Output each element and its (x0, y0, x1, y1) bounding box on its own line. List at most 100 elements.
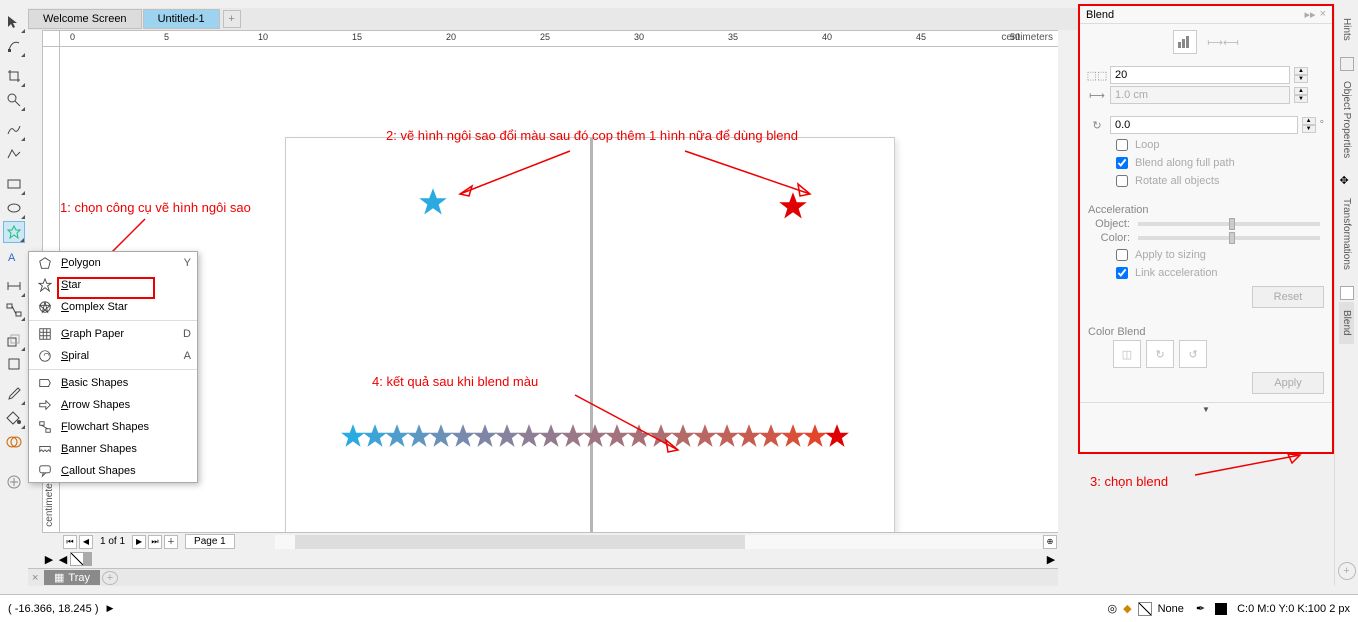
status-fill-none: None (1158, 603, 1184, 615)
callout-shapes-icon (35, 463, 55, 479)
freehand-tool[interactable] (3, 119, 25, 141)
complex-star-icon (35, 299, 55, 315)
connector-tool[interactable] (3, 299, 25, 321)
dimension-tool[interactable] (3, 275, 25, 297)
blend-spacing-input[interactable] (1110, 86, 1290, 104)
status-color-info: C:0 M:0 Y:0 K:100 2 px (1237, 603, 1350, 615)
spacing-icon: ⟼ (1088, 86, 1106, 104)
rotate-all-checkbox[interactable]: Rotate all objects (1112, 172, 1324, 190)
zoom-fit[interactable]: ⊕ (1043, 535, 1057, 549)
menu-polygon[interactable]: PolygonY (29, 252, 197, 274)
crop-tool[interactable] (3, 65, 25, 87)
docker-tab-blend[interactable]: Blend (1339, 302, 1354, 344)
menu-flowchart-shapes[interactable]: Flowchart Shapes (29, 416, 197, 438)
blend-spacing-mode-icon[interactable]: ⟼⟻ (1207, 36, 1239, 49)
docker-tab-transformations[interactable]: Transformations (1339, 190, 1354, 278)
ellipse-tool[interactable] (3, 197, 25, 219)
color-blend-cw[interactable]: ↻ (1146, 340, 1174, 368)
docker-close-icon[interactable]: × (1320, 8, 1326, 21)
docker-expand-icon[interactable]: ▸▸ (1305, 8, 1316, 21)
tab-add-button[interactable]: + (223, 10, 241, 28)
status-color-proof-icon[interactable]: ◆ (1123, 602, 1131, 615)
horizontal-scrollbar[interactable] (275, 535, 1042, 549)
eyedropper-tool[interactable] (3, 383, 25, 405)
apply-sizing-checkbox[interactable]: Apply to sizing (1112, 246, 1324, 264)
blend-rotation-input[interactable] (1110, 116, 1298, 134)
reset-button[interactable]: Reset (1252, 286, 1324, 308)
tab-document[interactable]: Untitled-1 (143, 9, 220, 29)
menu-spiral[interactable]: SpiralA (29, 345, 197, 367)
document-tabs: Welcome Screen Untitled-1 + (28, 8, 1078, 30)
palette-scroll-right[interactable]: ▶ (1044, 553, 1058, 566)
menu-basic-shapes[interactable]: Basic Shapes (29, 372, 197, 394)
blend-preset-icon[interactable] (1173, 30, 1197, 54)
zoom-tool[interactable] (3, 89, 25, 111)
menu-arrow-shapes[interactable]: Arrow Shapes (29, 394, 197, 416)
ruler-origin[interactable] (42, 30, 60, 47)
polygon-tool[interactable] (3, 221, 25, 243)
page-next[interactable]: ▶ (132, 535, 146, 549)
tray-bar: × ▦Tray + (28, 568, 1058, 586)
fill-tool[interactable] (3, 407, 25, 429)
color-blend-direct[interactable]: ◫ (1113, 340, 1141, 368)
quick-customize[interactable] (3, 471, 25, 493)
transparency-tool[interactable] (3, 353, 25, 375)
color-blend-ccw[interactable]: ↺ (1179, 340, 1207, 368)
blend-result[interactable] (340, 423, 846, 452)
loop-checkbox[interactable]: Loop (1112, 136, 1324, 154)
status-play-icon[interactable]: ▶ (107, 603, 114, 614)
menu-callout-shapes[interactable]: Callout Shapes (29, 460, 197, 482)
palette-swatch[interactable] (90, 552, 92, 566)
star-cyan[interactable] (418, 187, 448, 220)
ruler-tick: 10 (258, 32, 268, 42)
add-docker-button[interactable]: + (1338, 562, 1356, 580)
page-first[interactable]: ⏮ (63, 535, 77, 549)
smart-drawing-tool[interactable] (3, 143, 25, 165)
docker-tab-object-properties[interactable]: Object Properties (1339, 73, 1354, 166)
horizontal-ruler[interactable]: centimeters 05101520253035404550 (60, 30, 1058, 47)
docker-tab-hints[interactable]: Hints (1339, 10, 1354, 49)
arrow-shapes-icon (35, 397, 55, 413)
docker-icon-blend[interactable] (1340, 286, 1354, 300)
apply-button[interactable]: Apply (1252, 372, 1324, 394)
page-add[interactable]: ＋ (164, 535, 178, 549)
palette-no-color[interactable] (70, 552, 84, 566)
tray-close-icon[interactable]: × (32, 572, 42, 584)
pick-tool[interactable] (3, 11, 25, 33)
rectangle-tool[interactable] (3, 173, 25, 195)
status-bar: ( -16.366, 18.245 ) ▶ ◎ ◆ None ✒ C:0 M:0… (0, 594, 1358, 622)
docker-more-chevron[interactable]: ▼ (1080, 402, 1332, 416)
docker-icon-obj-props[interactable] (1340, 57, 1354, 71)
link-accel-checkbox[interactable]: Link acceleration (1112, 264, 1324, 282)
text-tool[interactable]: A (3, 245, 25, 267)
blend-along-path-checkbox[interactable]: Blend along full path (1112, 154, 1324, 172)
palette-prev[interactable]: ▶ (42, 553, 56, 566)
page-last[interactable]: ⏭ (148, 535, 162, 549)
tray-add-button[interactable]: + (102, 571, 118, 585)
canvas[interactable] (60, 47, 1058, 532)
docker-title: Blend (1086, 9, 1114, 21)
status-snapping-icon[interactable]: ◎ (1107, 602, 1117, 615)
shape-tool[interactable] (3, 35, 25, 57)
blend-steps-input[interactable] (1110, 66, 1290, 84)
page-tab[interactable]: Page 1 (185, 534, 235, 549)
page-prev[interactable]: ◀ (79, 535, 93, 549)
palette-scroll-left[interactable]: ◀ (56, 553, 70, 566)
status-fill-none-icon (1138, 602, 1152, 616)
blend-docker: Blend ▸▸ × ⟼⟻ ⬚⬚ ▲▼ ⟼ ▲▼ ↻ (1078, 4, 1334, 454)
effects-tool[interactable] (3, 329, 25, 351)
smart-fill-tool[interactable] (3, 431, 25, 453)
tray-tab[interactable]: ▦Tray (44, 570, 100, 585)
object-accel-label: Object: (1088, 218, 1130, 230)
docker-icon-trans[interactable]: ✥ (1340, 174, 1354, 188)
menu-banner-shapes[interactable]: Banner Shapes (29, 438, 197, 460)
menu-graph-paper[interactable]: Graph PaperD (29, 323, 197, 345)
color-accel-slider[interactable] (1138, 236, 1320, 240)
spiral-icon (35, 348, 55, 364)
star-red[interactable] (778, 191, 808, 224)
menu-complex-star[interactable]: Complex Star (29, 296, 197, 318)
menu-star[interactable]: Star (29, 274, 197, 296)
tab-welcome[interactable]: Welcome Screen (28, 9, 142, 29)
rotation-icon: ↻ (1088, 116, 1106, 134)
object-accel-slider[interactable] (1138, 222, 1320, 226)
